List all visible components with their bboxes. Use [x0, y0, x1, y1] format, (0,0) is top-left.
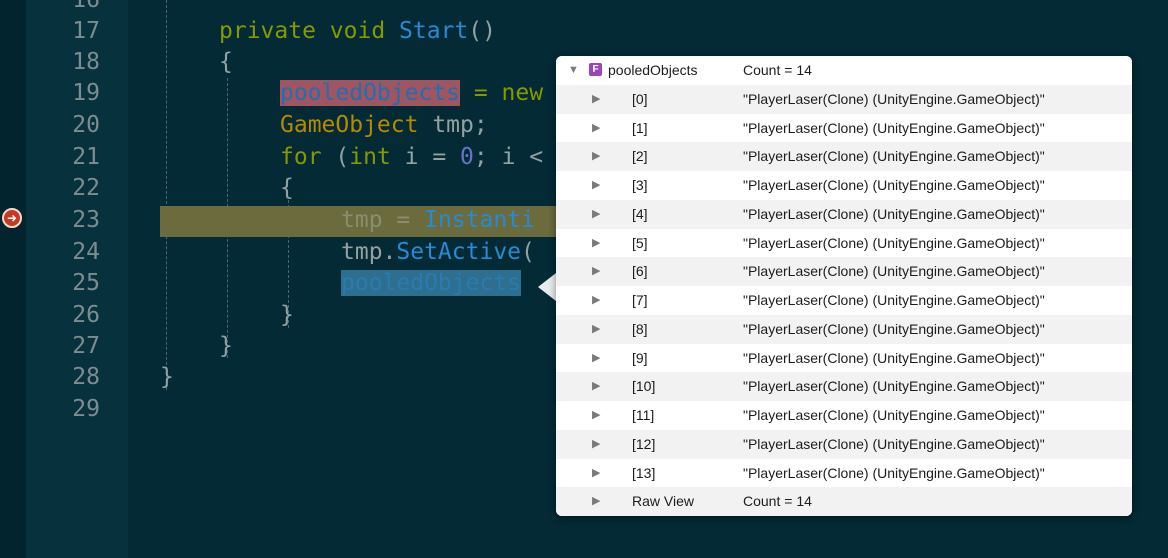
- item-index: [2]: [632, 148, 648, 165]
- triangle-right-icon[interactable]: ▶: [592, 257, 600, 286]
- item-value: "PlayerLaser(Clone) (UnityEngine.GameObj…: [743, 148, 1045, 165]
- datatip-item-row[interactable]: ▶ [8] "PlayerLaser(Clone) (UnityEngine.Gam…: [556, 314, 1132, 344]
- triangle-right-icon[interactable]: ▶: [592, 315, 600, 344]
- line-number: 27: [72, 333, 100, 359]
- datatip-item-row[interactable]: ▶ [0] "PlayerLaser(Clone) (UnityEngine.Gam…: [556, 84, 1132, 114]
- datatip-item-row[interactable]: ▶ [12] "PlayerLaser(Clone) (UnityEngine.Ga…: [556, 429, 1132, 459]
- triangle-right-icon[interactable]: ▶: [592, 344, 600, 373]
- item-index: [0]: [632, 90, 648, 107]
- item-value: "PlayerLaser(Clone) (UnityEngine.GameObj…: [743, 464, 1045, 481]
- line-number: 18: [72, 49, 100, 75]
- triangle-right-icon[interactable]: ▶: [592, 171, 600, 200]
- triangle-right-icon[interactable]: ▶: [592, 372, 600, 401]
- datatip-item-row[interactable]: ▶ [5] "PlayerLaser(Clone) (UnityEngine.Gam…: [556, 228, 1132, 258]
- line-number: 22: [72, 175, 100, 201]
- datatip-item-row[interactable]: ▶ [6] "PlayerLaser(Clone) (UnityEngine.Gam…: [556, 257, 1132, 286]
- item-value: "PlayerLaser(Clone) (UnityEngine.GameObj…: [743, 177, 1045, 193]
- triangle-right-icon[interactable]: ▶: [592, 487, 600, 516]
- item-value: "PlayerLaser(Clone) (UnityEngine.GameObj…: [743, 320, 1045, 337]
- raw-view-count: Count = 14: [743, 493, 812, 510]
- code-line-21[interactable]: for (int i = 0; i <: [280, 142, 543, 173]
- breakpoint-arrow-icon[interactable]: ➜: [2, 208, 22, 228]
- datatip-item-row[interactable]: ▶ [13] "PlayerLaser(Clone) (UnityEngine.Ga…: [556, 458, 1132, 488]
- variable-name: pooledObjects: [608, 62, 698, 78]
- item-value: "PlayerLaser(Clone) (UnityEngine.GameObj…: [743, 349, 1045, 366]
- item-index: [10]: [632, 378, 656, 395]
- item-index: [9]: [632, 349, 648, 366]
- datatip-item-row[interactable]: ▶ [11] "PlayerLaser(Clone) (UnityEngine.Ga…: [556, 401, 1132, 430]
- datatip-header-row[interactable]: ▼ F pooledObjects Count = 14: [556, 56, 1132, 85]
- hovered-variable: pooledObjects: [341, 270, 522, 296]
- item-value: "PlayerLaser(Clone) (UnityEngine.GameObj…: [743, 263, 1045, 280]
- item-value: "PlayerLaser(Clone) (UnityEngine.GameObj…: [743, 205, 1045, 222]
- item-value: "PlayerLaser(Clone) (UnityEngine.GameObj…: [743, 407, 1045, 423]
- triangle-right-icon[interactable]: ▶: [592, 85, 600, 114]
- line-number: 17: [72, 18, 100, 44]
- code-line-18[interactable]: {: [219, 47, 233, 78]
- line-number: 29: [72, 396, 100, 422]
- triangle-right-icon[interactable]: ▶: [592, 286, 600, 315]
- code-line-28[interactable]: }: [160, 362, 174, 393]
- triangle-right-icon[interactable]: ▶: [592, 401, 600, 430]
- variable-highlight: pooledObjects: [280, 80, 461, 106]
- triangle-right-icon[interactable]: ▶: [592, 229, 600, 258]
- breakpoint-gutter[interactable]: [0, 0, 26, 558]
- indent-guide: [166, 0, 167, 390]
- code-line-17[interactable]: private void Start(): [219, 16, 496, 47]
- raw-view-label: Raw View: [632, 493, 694, 510]
- item-index: [13]: [632, 464, 656, 481]
- triangle-right-icon[interactable]: ▶: [592, 142, 600, 171]
- datatip-item-row[interactable]: ▶ [3] "PlayerLaser(Clone) (UnityEngine.Gam…: [556, 171, 1132, 200]
- field-badge-icon: F: [589, 63, 602, 76]
- triangle-right-icon[interactable]: ▶: [592, 430, 600, 459]
- line-number: 28: [72, 364, 100, 390]
- datatip-item-row[interactable]: ▶ [2] "PlayerLaser(Clone) (UnityEngine.Gam…: [556, 142, 1132, 171]
- code-line-20[interactable]: GameObject tmp;: [280, 110, 488, 141]
- datatip-item-row[interactable]: ▶ [4] "PlayerLaser(Clone) (UnityEngine.Gam…: [556, 199, 1132, 229]
- triangle-down-icon[interactable]: ▼: [568, 56, 579, 85]
- line-number: 20: [72, 112, 100, 138]
- triangle-right-icon[interactable]: ▶: [592, 200, 600, 229]
- item-index: [3]: [632, 177, 648, 193]
- item-index: [12]: [632, 435, 656, 452]
- item-index: [8]: [632, 320, 648, 337]
- item-value: "PlayerLaser(Clone) (UnityEngine.GameObj…: [743, 378, 1045, 395]
- line-number: 16: [72, 0, 100, 13]
- code-line-26[interactable]: }: [280, 300, 294, 331]
- code-line-25[interactable]: pooledObjects: [341, 268, 522, 299]
- line-number: 24: [72, 239, 100, 265]
- item-value: "PlayerLaser(Clone) (UnityEngine.GameObj…: [743, 234, 1045, 251]
- line-number: 21: [72, 144, 100, 170]
- item-index: [7]: [632, 292, 648, 308]
- code-line-24[interactable]: tmp.SetActive(: [341, 237, 535, 268]
- line-number: 26: [72, 302, 100, 328]
- triangle-right-icon[interactable]: ▶: [592, 459, 600, 488]
- item-index: [1]: [632, 119, 648, 136]
- variable-count: Count = 14: [743, 62, 812, 78]
- datatip-item-row[interactable]: ▶ [7] "PlayerLaser(Clone) (UnityEngine.Gam…: [556, 286, 1132, 315]
- item-index: [6]: [632, 263, 648, 280]
- line-number: 19: [72, 80, 100, 106]
- debugger-datatip[interactable]: ▼ F pooledObjects Count = 14 ▶ [0] "Player…: [556, 56, 1132, 516]
- code-line-22[interactable]: {: [280, 173, 294, 204]
- item-value: "PlayerLaser(Clone) (UnityEngine.GameObj…: [743, 435, 1045, 452]
- item-value: "PlayerLaser(Clone) (UnityEngine.GameObj…: [743, 119, 1045, 136]
- raw-view-row[interactable]: ▶ Raw View Count = 14: [556, 487, 1132, 516]
- item-index: [11]: [632, 407, 655, 423]
- item-index: [5]: [632, 234, 648, 251]
- line-number: 23: [72, 207, 100, 233]
- datatip-item-row[interactable]: ▶ [10] "PlayerLaser(Clone) (UnityEngine.Ga…: [556, 372, 1132, 401]
- datatip-item-row[interactable]: ▶ [1] "PlayerLaser(Clone) (UnityEngine.Gam…: [556, 113, 1132, 143]
- item-index: [4]: [632, 205, 648, 222]
- code-line-23[interactable]: tmp = Instanti: [341, 205, 535, 236]
- item-value: "PlayerLaser(Clone) (UnityEngine.GameObj…: [743, 90, 1045, 107]
- triangle-right-icon[interactable]: ▶: [592, 114, 600, 143]
- datatip-item-row[interactable]: ▶ [9] "PlayerLaser(Clone) (UnityEngine.Gam…: [556, 343, 1132, 373]
- item-value: "PlayerLaser(Clone) (UnityEngine.GameObj…: [743, 292, 1045, 308]
- code-line-19[interactable]: pooledObjects = new: [280, 78, 543, 109]
- line-number: 25: [72, 270, 100, 296]
- popup-pointer: [538, 273, 556, 301]
- code-line-27[interactable]: }: [219, 331, 233, 362]
